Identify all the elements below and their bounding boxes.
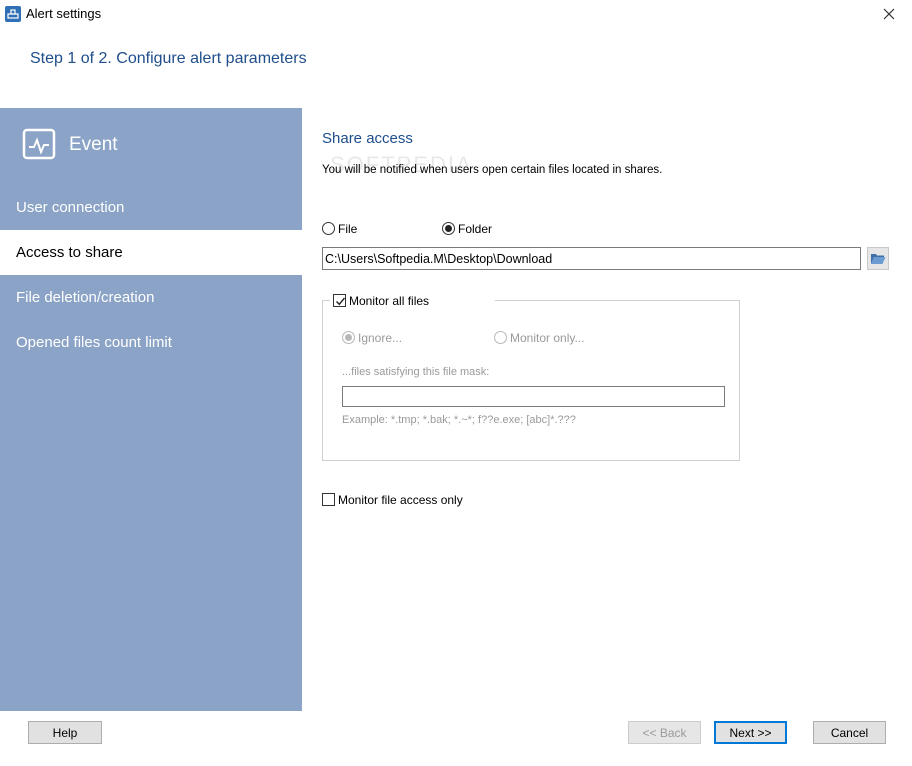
monitor-only-radio[interactable] <box>494 331 507 344</box>
file-mask-example: Example: *.tmp; *.bak; *.~*; f??e.exe; [… <box>342 414 576 426</box>
section-title: Share access <box>322 130 413 147</box>
next-button[interactable]: Next >> <box>714 721 787 744</box>
sidebar-item-access-to-share[interactable]: Access to share <box>0 230 302 275</box>
window-title: Alert settings <box>26 6 102 21</box>
sidebar-item-file-deletion-creation[interactable]: File deletion/creation <box>0 275 302 320</box>
checkmark-icon <box>336 297 346 306</box>
close-icon <box>883 8 895 20</box>
step-title: Step 1 of 2. Configure alert parameters <box>30 50 307 67</box>
monitor-all-files-checkbox[interactable] <box>333 294 346 307</box>
sidebar-header: Event <box>22 128 118 162</box>
browse-folder-button[interactable] <box>867 247 889 270</box>
monitor-file-access-only-checkbox[interactable] <box>322 493 335 506</box>
folder-path-input[interactable] <box>322 247 861 270</box>
monitor-only-radio-label: Monitor only... <box>510 331 585 345</box>
back-button[interactable]: << Back <box>628 721 701 744</box>
file-mask-input[interactable] <box>342 386 725 407</box>
file-radio-label: File <box>338 222 358 236</box>
section-description: You will be notified when users open cer… <box>322 164 663 176</box>
sidebar: Event User connection Access to share Fi… <box>0 108 302 711</box>
monitor-all-files-label: Monitor all files <box>349 294 430 308</box>
folder-open-icon <box>871 254 886 264</box>
cancel-button[interactable]: Cancel <box>813 721 886 744</box>
help-button[interactable]: Help <box>28 721 102 744</box>
ignore-radio[interactable] <box>342 331 355 344</box>
monitor-options-group <box>322 300 740 461</box>
folder-radio[interactable] <box>442 222 455 235</box>
ignore-radio-label: Ignore... <box>358 331 403 345</box>
monitor-file-access-only-label: Monitor file access only <box>338 493 463 507</box>
file-radio[interactable] <box>322 222 335 235</box>
sidebar-header-label: Event <box>69 134 118 155</box>
sidebar-item-user-connection[interactable]: User connection <box>0 185 302 230</box>
close-button[interactable] <box>866 0 912 28</box>
file-mask-label: ...files satisfying this file mask: <box>342 366 490 378</box>
folder-radio-label: Folder <box>458 222 493 236</box>
title-bar: Alert settings <box>0 0 912 28</box>
sidebar-item-opened-files-count-limit[interactable]: Opened files count limit <box>0 320 302 365</box>
app-icon <box>5 6 21 22</box>
event-icon <box>22 128 56 160</box>
